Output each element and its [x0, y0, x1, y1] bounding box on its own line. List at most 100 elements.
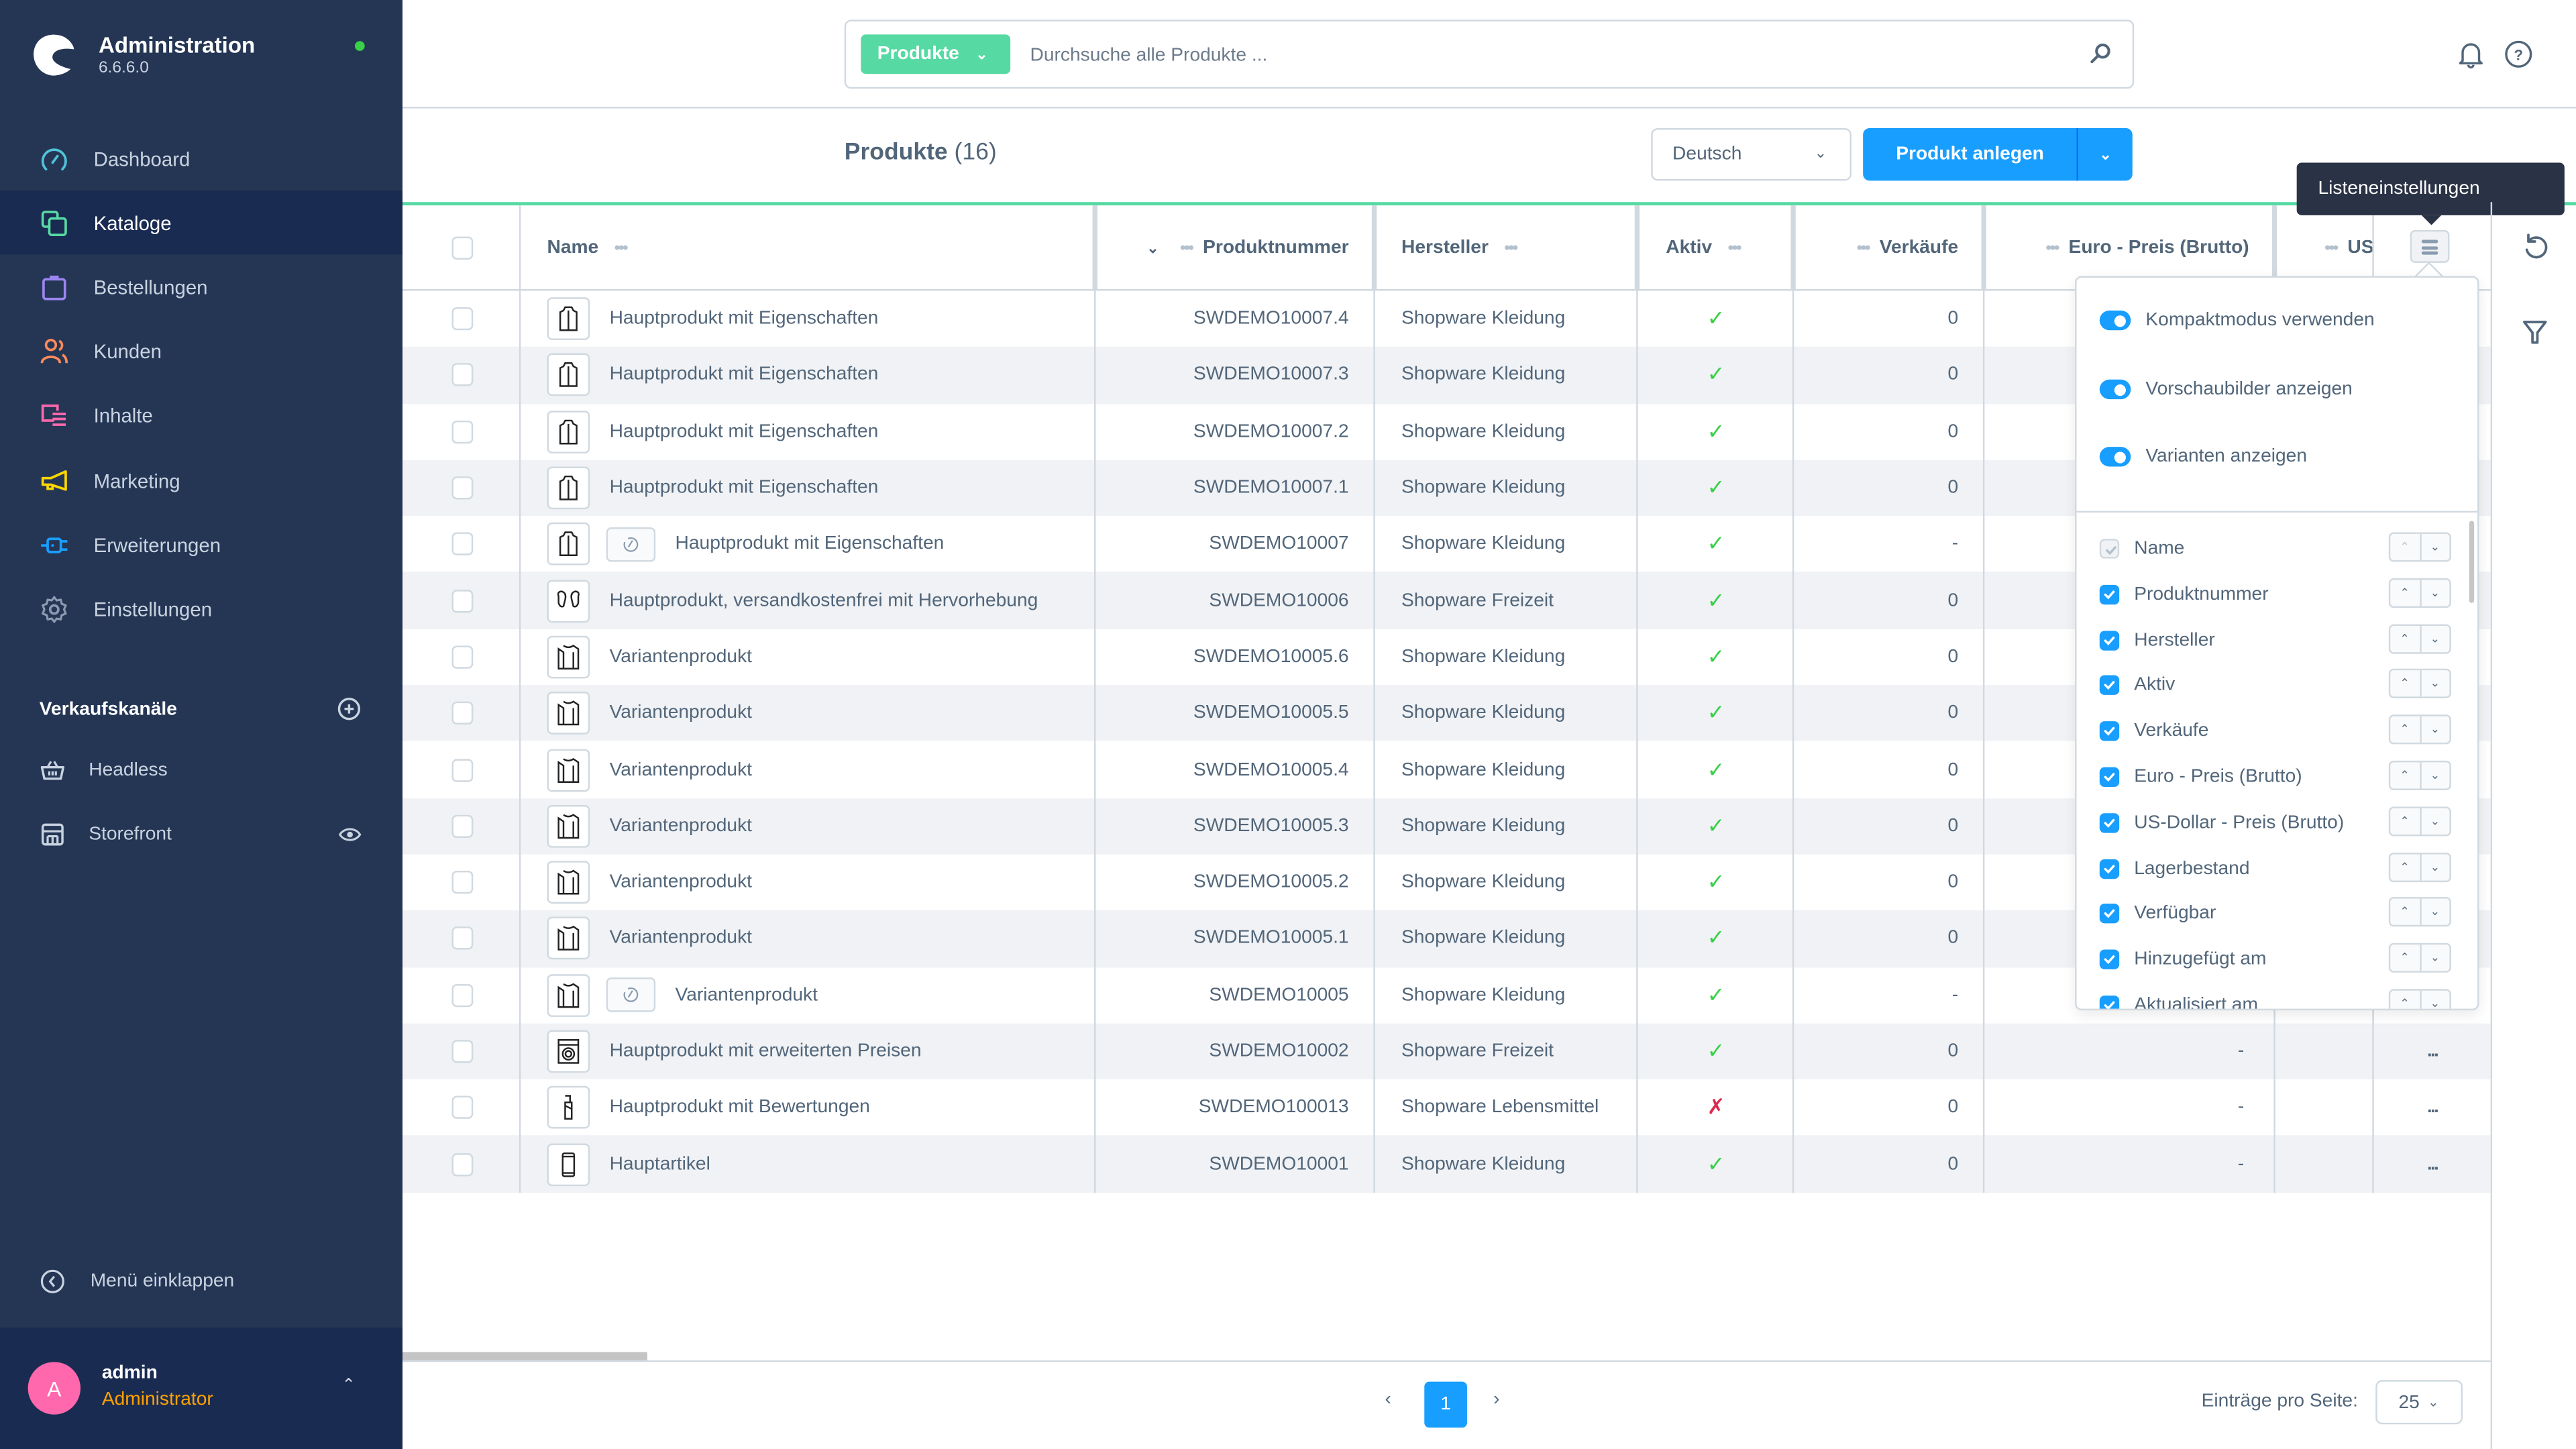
- sales-channel-headless[interactable]: Headless: [40, 757, 368, 784]
- user-menu[interactable]: A admin Administrator ⌃: [0, 1327, 403, 1449]
- select-all-checkbox[interactable]: [451, 235, 473, 259]
- column-header-name[interactable]: Name •••: [521, 205, 1096, 291]
- move-up-button[interactable]: ⌃: [2390, 853, 2421, 880]
- sidebar-item-marketing[interactable]: Marketing: [0, 448, 402, 513]
- eye-icon[interactable]: [338, 823, 362, 846]
- row-checkbox[interactable]: [451, 420, 473, 443]
- move-down-button[interactable]: ⌄: [2421, 853, 2450, 879]
- column-resize-handle[interactable]: [1634, 205, 1640, 291]
- column-resize-handle[interactable]: [1790, 205, 1796, 291]
- product-name-link[interactable]: Variantenprodukt: [610, 816, 752, 836]
- column-visibility-checkbox[interactable]: [2099, 630, 2120, 650]
- row-checkbox[interactable]: [451, 983, 473, 1007]
- filter-icon[interactable]: [2520, 317, 2550, 347]
- sidebar-item-dashboard[interactable]: Dashboard: [0, 127, 402, 191]
- row-actions-button[interactable]: ...: [2427, 1098, 2439, 1118]
- column-options-icon[interactable]: •••: [1728, 239, 1742, 257]
- row-checkbox[interactable]: [451, 871, 473, 894]
- product-name-link[interactable]: Variantenprodukt: [610, 760, 752, 780]
- column-options-icon[interactable]: •••: [1504, 239, 1518, 257]
- popover-scrollbar[interactable]: [2469, 521, 2475, 603]
- row-checkbox[interactable]: [451, 307, 473, 331]
- column-visibility-checkbox[interactable]: [2099, 858, 2120, 879]
- move-up-button[interactable]: ⌃: [2390, 579, 2421, 606]
- product-name-link[interactable]: Variantenprodukt: [610, 873, 752, 892]
- table-row[interactable]: Hauptprodukt mit Bewertungen SWDEMO100013…: [402, 1079, 2491, 1136]
- reset-icon[interactable]: [2520, 231, 2550, 261]
- variants-badge[interactable]: [606, 527, 656, 562]
- column-visibility-checkbox[interactable]: [2099, 721, 2120, 741]
- pagination-next-button[interactable]: ›: [1493, 1390, 1499, 1409]
- move-up-button[interactable]: ⌃: [2390, 945, 2421, 971]
- toggle-compact-mode[interactable]: Kompaktmodus verwenden: [2099, 310, 2375, 331]
- move-down-button[interactable]: ⌄: [2421, 534, 2450, 560]
- sort-desc-icon[interactable]: ⌄: [1146, 239, 1159, 255]
- move-up-button[interactable]: ⌃: [2390, 625, 2421, 652]
- product-name-link[interactable]: Variantenprodukt: [610, 704, 752, 723]
- product-name-link[interactable]: Hauptprodukt mit Eigenschaften: [610, 422, 879, 441]
- column-visibility-checkbox[interactable]: [2099, 949, 2120, 970]
- move-up-button[interactable]: ⌃: [2390, 990, 2421, 1009]
- move-up-button[interactable]: ⌃: [2390, 808, 2421, 835]
- sidebar-item-bestellungen[interactable]: Bestellungen: [0, 256, 402, 320]
- column-options-icon[interactable]: •••: [1180, 239, 1194, 257]
- toggle-show-variants[interactable]: Varianten anzeigen: [2099, 447, 2307, 467]
- product-name-link[interactable]: Hauptprodukt mit Eigenschaften: [610, 478, 879, 498]
- per-page-select[interactable]: 25 ⌄: [2375, 1380, 2463, 1425]
- language-select[interactable]: Deutsch ⌄: [1651, 128, 1852, 181]
- list-settings-button[interactable]: [2410, 229, 2450, 263]
- row-checkbox[interactable]: [451, 1040, 473, 1063]
- move-down-button[interactable]: ⌄: [2421, 762, 2450, 788]
- product-name-link[interactable]: Hauptprodukt, versandkostenfrei mit Herv…: [610, 591, 1038, 610]
- column-header-active[interactable]: Aktiv •••: [1638, 205, 1794, 291]
- row-checkbox[interactable]: [451, 702, 473, 725]
- column-resize-handle[interactable]: [1371, 205, 1377, 291]
- column-options-icon[interactable]: •••: [2045, 239, 2059, 257]
- toggle-preview-images[interactable]: Vorschaubilder anzeigen: [2099, 379, 2353, 400]
- column-options-icon[interactable]: •••: [2324, 239, 2339, 257]
- row-checkbox[interactable]: [451, 589, 473, 612]
- row-checkbox[interactable]: [451, 476, 473, 500]
- column-header-product-number[interactable]: ⌄ ••• Produktnummer: [1095, 205, 1375, 291]
- sidebar-item-kataloge[interactable]: Kataloge: [0, 191, 403, 256]
- move-up-button[interactable]: ⌃: [2390, 671, 2421, 698]
- row-checkbox[interactable]: [451, 1096, 473, 1120]
- chevron-up-icon[interactable]: ⌃: [341, 1377, 356, 1395]
- move-down-button[interactable]: ⌄: [2421, 716, 2450, 743]
- row-checkbox[interactable]: [451, 1152, 473, 1176]
- product-name-link[interactable]: Hauptprodukt mit erweiterten Preisen: [610, 1042, 922, 1061]
- column-header-manufacturer[interactable]: Hersteller •••: [1375, 205, 1638, 291]
- move-down-button[interactable]: ⌄: [2421, 991, 2450, 1009]
- column-visibility-checkbox[interactable]: [2099, 584, 2120, 604]
- collapse-menu-button[interactable]: Menü einklappen: [40, 1269, 234, 1295]
- search-icon[interactable]: [2088, 41, 2113, 66]
- product-name-link[interactable]: Hauptartikel: [610, 1155, 710, 1174]
- row-checkbox[interactable]: [451, 533, 473, 556]
- pagination-prev-button[interactable]: ‹: [1385, 1390, 1391, 1409]
- move-up-button[interactable]: ⌃: [2390, 762, 2421, 789]
- column-visibility-checkbox[interactable]: [2099, 676, 2120, 696]
- row-checkbox[interactable]: [451, 758, 473, 782]
- variants-badge[interactable]: [606, 977, 656, 1013]
- brand[interactable]: Administration 6.6.6.0: [30, 30, 255, 78]
- move-up-button[interactable]: ⌃: [2390, 899, 2421, 926]
- create-product-button[interactable]: Produkt anlegen: [1863, 145, 2077, 164]
- product-name-link[interactable]: Variantenprodukt: [610, 929, 752, 949]
- move-down-button[interactable]: ⌄: [2421, 900, 2450, 926]
- column-options-icon[interactable]: •••: [1857, 239, 1871, 257]
- row-checkbox[interactable]: [451, 814, 473, 838]
- search-type-select[interactable]: Produkte ⌄: [861, 34, 1011, 74]
- move-down-button[interactable]: ⌄: [2421, 945, 2450, 971]
- move-down-button[interactable]: ⌄: [2421, 625, 2450, 651]
- horizontal-scrollbar[interactable]: [402, 1352, 647, 1360]
- column-visibility-checkbox[interactable]: [2099, 904, 2120, 924]
- product-name-link[interactable]: Hauptprodukt mit Eigenschaften: [676, 535, 945, 554]
- product-name-link[interactable]: Hauptprodukt mit Bewertungen: [610, 1098, 870, 1118]
- move-down-button[interactable]: ⌄: [2421, 580, 2450, 606]
- help-icon[interactable]: ?: [2504, 40, 2533, 69]
- column-resize-handle[interactable]: [1981, 205, 1986, 291]
- sidebar-item-erweiterungen[interactable]: Erweiterungen: [0, 513, 402, 577]
- product-name-link[interactable]: Variantenprodukt: [676, 985, 818, 1005]
- row-checkbox[interactable]: [451, 645, 473, 669]
- move-down-button[interactable]: ⌄: [2421, 671, 2450, 697]
